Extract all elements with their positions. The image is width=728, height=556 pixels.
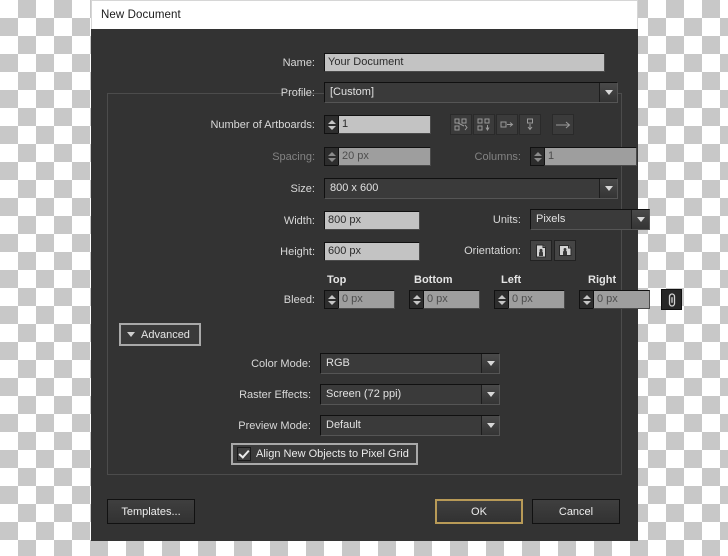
columns-input: 1 bbox=[544, 147, 637, 166]
columns-spinner bbox=[530, 147, 544, 166]
raster-effects-select[interactable]: Screen (72 ppi) bbox=[320, 384, 500, 405]
columns-row: Columns: 1 bbox=[459, 147, 637, 166]
orientation-row: Orientation: bbox=[439, 240, 576, 261]
bleed-header-bottom: Bottom bbox=[414, 274, 453, 286]
artboards-spinner[interactable] bbox=[324, 115, 338, 134]
bleed-top-stepper[interactable]: 0 px bbox=[324, 290, 395, 309]
bleed-right-stepper[interactable]: 0 px bbox=[579, 290, 650, 309]
arrange-by-column-icon[interactable] bbox=[519, 114, 541, 135]
size-value: 800 x 600 bbox=[330, 182, 379, 194]
name-input[interactable]: Your Document bbox=[324, 53, 605, 72]
artboards-input[interactable]: 1 bbox=[338, 115, 431, 134]
spacing-stepper: 20 px bbox=[324, 147, 431, 166]
bleed-left-input[interactable]: 0 px bbox=[508, 290, 565, 309]
bleed-header-top: Top bbox=[327, 274, 347, 286]
columns-label: Columns: bbox=[474, 150, 521, 163]
profile-value: [Custom] bbox=[330, 86, 375, 98]
columns-stepper: 1 bbox=[530, 147, 637, 166]
bleed-right-spinner[interactable] bbox=[579, 290, 593, 309]
spacing-input: 20 px bbox=[338, 147, 431, 166]
units-label: Units: bbox=[492, 213, 521, 226]
chevron-down-icon[interactable] bbox=[481, 385, 499, 404]
arrange-by-row-icon[interactable] bbox=[496, 114, 518, 135]
width-label: Width: bbox=[283, 214, 315, 227]
preview-mode-row: Preview Mode: Default bbox=[161, 415, 500, 436]
raster-effects-label: Raster Effects: bbox=[239, 388, 311, 401]
chevron-down-icon[interactable] bbox=[631, 210, 649, 229]
artboards-row: Number of Artboards: 1 bbox=[111, 114, 611, 135]
artboards-label: Number of Artboards: bbox=[210, 118, 315, 131]
size-row: Size: 800 x 600 bbox=[231, 178, 619, 199]
dialog-body: Name: Your Document Profile: [Custom] Nu… bbox=[91, 29, 682, 541]
bleed-left-stepper[interactable]: 0 px bbox=[494, 290, 565, 309]
raster-effects-row: Raster Effects: Screen (72 ppi) bbox=[161, 384, 500, 405]
orientation-toggle-group bbox=[530, 240, 576, 261]
checkmark-icon bbox=[237, 447, 251, 461]
bleed-right-input[interactable]: 0 px bbox=[593, 290, 650, 309]
units-row: Units: Pixels bbox=[479, 209, 650, 230]
align-pixel-grid-checkbox[interactable]: Align New Objects to Pixel Grid bbox=[231, 443, 418, 465]
chevron-down-icon[interactable] bbox=[481, 416, 499, 435]
preview-mode-label: Preview Mode: bbox=[238, 419, 311, 432]
color-mode-select[interactable]: RGB bbox=[320, 353, 500, 374]
height-row: Height: 600 px bbox=[231, 242, 420, 261]
raster-effects-value: Screen (72 ppi) bbox=[326, 388, 402, 400]
dialog-titlebar: New Document bbox=[91, 0, 638, 29]
bleed-bottom-spinner[interactable] bbox=[409, 290, 423, 309]
bleed-bottom-input[interactable]: 0 px bbox=[423, 290, 480, 309]
grid-by-row-icon[interactable] bbox=[450, 114, 472, 135]
size-label: Size: bbox=[290, 182, 315, 195]
bleed-label: Bleed: bbox=[283, 293, 315, 306]
dialog-title: New Document bbox=[101, 9, 181, 21]
preview-mode-value: Default bbox=[326, 419, 361, 431]
preview-mode-select[interactable]: Default bbox=[320, 415, 500, 436]
profile-row: Profile: [Custom] bbox=[231, 82, 619, 103]
bleed-top-spinner[interactable] bbox=[324, 290, 338, 309]
grid-by-column-icon[interactable] bbox=[473, 114, 495, 135]
chevron-down-icon bbox=[127, 332, 135, 337]
units-select[interactable]: Pixels bbox=[530, 209, 650, 230]
chevron-down-icon[interactable] bbox=[599, 83, 617, 102]
advanced-toggle[interactable]: Advanced bbox=[119, 323, 201, 346]
profile-select[interactable]: [Custom] bbox=[324, 82, 618, 103]
left-to-right-icon[interactable] bbox=[552, 114, 574, 135]
spacing-spinner bbox=[324, 147, 338, 166]
bleed-left-spinner[interactable] bbox=[494, 290, 508, 309]
artboard-arrange-toolbar bbox=[450, 114, 575, 135]
chevron-down-icon[interactable] bbox=[481, 354, 499, 373]
name-row: Name: Your Document bbox=[231, 53, 611, 72]
color-mode-label: Color Mode: bbox=[251, 357, 311, 370]
width-input[interactable]: 800 px bbox=[324, 211, 420, 230]
portrait-page-icon[interactable] bbox=[530, 240, 552, 261]
profile-label: Profile: bbox=[280, 86, 315, 99]
color-mode-row: Color Mode: RGB bbox=[161, 353, 500, 374]
align-pixel-grid-label: Align New Objects to Pixel Grid bbox=[256, 448, 409, 460]
color-mode-value: RGB bbox=[326, 357, 350, 369]
landscape-page-icon[interactable] bbox=[554, 240, 576, 261]
bleed-header-right: Right bbox=[588, 274, 617, 286]
bleed-header-left: Left bbox=[501, 274, 522, 286]
chain-link-icon[interactable] bbox=[661, 289, 682, 310]
height-input[interactable]: 600 px bbox=[324, 242, 420, 261]
advanced-toggle-label: Advanced bbox=[141, 328, 190, 341]
bleed-top-input[interactable]: 0 px bbox=[338, 290, 395, 309]
size-select[interactable]: 800 x 600 bbox=[324, 178, 618, 199]
bleed-bottom-stepper[interactable]: 0 px bbox=[409, 290, 480, 309]
spacing-label: Spacing: bbox=[272, 150, 315, 163]
orientation-label: Orientation: bbox=[464, 244, 521, 257]
width-row: Width: 800 px bbox=[231, 211, 420, 230]
height-label: Height: bbox=[280, 245, 315, 258]
units-value: Pixels bbox=[536, 213, 566, 225]
ok-button[interactable]: OK bbox=[435, 499, 523, 524]
name-label: Name: bbox=[282, 56, 315, 69]
chevron-down-icon[interactable] bbox=[599, 179, 617, 198]
artboards-stepper[interactable]: 1 bbox=[324, 115, 431, 134]
cancel-button[interactable]: Cancel bbox=[532, 499, 620, 524]
bleed-row: Bleed: 0 px 0 px 0 px 0 px bbox=[231, 289, 682, 310]
new-document-dialog: New Document Name: Your Document Profile… bbox=[91, 0, 682, 541]
templates-button[interactable]: Templates... bbox=[107, 499, 195, 524]
